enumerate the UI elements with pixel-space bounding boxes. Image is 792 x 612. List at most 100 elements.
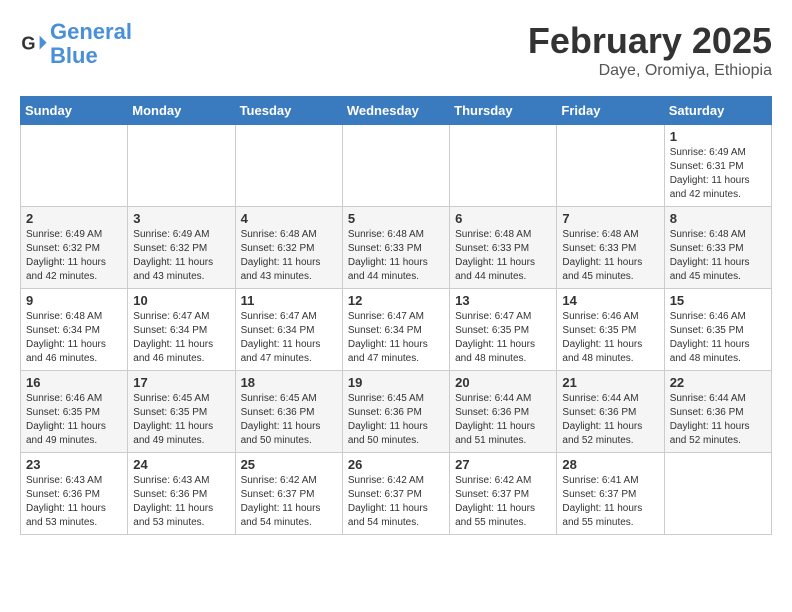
day-number: 10: [133, 293, 229, 308]
calendar-cell: [128, 125, 235, 207]
day-number: 27: [455, 457, 551, 472]
calendar-table: SundayMondayTuesdayWednesdayThursdayFrid…: [20, 96, 772, 535]
calendar-cell: 23Sunrise: 6:43 AMSunset: 6:36 PMDayligh…: [21, 453, 128, 535]
week-row-5: 23Sunrise: 6:43 AMSunset: 6:36 PMDayligh…: [21, 453, 772, 535]
calendar-cell: [235, 125, 342, 207]
day-number: 24: [133, 457, 229, 472]
calendar-cell: 12 Sunrise: 6:47 AMSunset: 6:34 PMDayligh…: [342, 289, 449, 371]
calendar-cell: 18 Sunrise: 6:45 AMSunset: 6:36 PMDayligh…: [235, 371, 342, 453]
header-sunday: Sunday: [21, 97, 128, 125]
calendar-cell: 10 Sunrise: 6:47 AMSunset: 6:34 PMDayligh…: [128, 289, 235, 371]
header-friday: Friday: [557, 97, 664, 125]
calendar-cell: 16 Sunrise: 6:46 AMSunset: 6:35 PMDayligh…: [21, 371, 128, 453]
day-number: 12: [348, 293, 444, 308]
day-number: 22: [670, 375, 766, 390]
logo-text: General Blue: [50, 20, 132, 68]
day-number: 15: [670, 293, 766, 308]
day-info: Sunrise: 6:47 AMSunset: 6:34 PMDaylight:…: [241, 310, 337, 366]
day-info: Sunrise: 6:47 AMSunset: 6:34 PMDaylight:…: [133, 310, 229, 366]
calendar-cell: 14 Sunrise: 6:46 AMSunset: 6:35 PMDayligh…: [557, 289, 664, 371]
day-number: 16: [26, 375, 122, 390]
day-number: 18: [241, 375, 337, 390]
calendar-cell: 11 Sunrise: 6:47 AMSunset: 6:34 PMDayligh…: [235, 289, 342, 371]
day-info: Sunrise: 6:48 AMSunset: 6:33 PMDaylight:…: [455, 228, 551, 284]
calendar-cell: 13Sunrise: 6:47 AMSunset: 6:35 PMDayligh…: [450, 289, 557, 371]
header-saturday: Saturday: [664, 97, 771, 125]
day-info: Sunrise: 6:44 AMSunset: 6:36 PMDaylight:…: [562, 392, 658, 448]
day-info: Sunrise: 6:46 AMSunset: 6:35 PMDaylight:…: [26, 392, 122, 448]
day-number: 4: [241, 211, 337, 226]
day-info: Sunrise: 6:49 AMSunset: 6:32 PMDaylight:…: [26, 228, 122, 284]
header-tuesday: Tuesday: [235, 97, 342, 125]
calendar-cell: 24 Sunrise: 6:43 AMSunset: 6:36 PMDayligh…: [128, 453, 235, 535]
calendar-cell: 1Sunrise: 6:49 AMSunset: 6:31 PMDaylight…: [664, 125, 771, 207]
day-number: 26: [348, 457, 444, 472]
day-number: 13: [455, 293, 551, 308]
calendar-cell: [664, 453, 771, 535]
day-info: Sunrise: 6:45 AMSunset: 6:36 PMDaylight:…: [241, 392, 337, 448]
day-number: 21: [562, 375, 658, 390]
month-title: February 2025: [528, 20, 772, 62]
day-number: 9: [26, 293, 122, 308]
day-info: Sunrise: 6:45 AMSunset: 6:36 PMDaylight:…: [348, 392, 444, 448]
day-number: 7: [562, 211, 658, 226]
day-number: 17: [133, 375, 229, 390]
logo: G General Blue: [20, 20, 132, 68]
week-row-3: 9 Sunrise: 6:48 AMSunset: 6:34 PMDaylight…: [21, 289, 772, 371]
day-info: Sunrise: 6:46 AMSunset: 6:35 PMDaylight:…: [562, 310, 658, 366]
calendar-cell: [557, 125, 664, 207]
page-header: G General Blue February 2025 Daye, Oromi…: [20, 20, 772, 80]
title-block: February 2025 Daye, Oromiya, Ethiopia: [528, 20, 772, 80]
day-number: 5: [348, 211, 444, 226]
calendar-cell: 15 Sunrise: 6:46 AMSunset: 6:35 PMDayligh…: [664, 289, 771, 371]
day-info: Sunrise: 6:45 AMSunset: 6:35 PMDaylight:…: [133, 392, 229, 448]
location: Daye, Oromiya, Ethiopia: [528, 62, 772, 80]
day-number: 19: [348, 375, 444, 390]
calendar-cell: 17 Sunrise: 6:45 AMSunset: 6:35 PMDayligh…: [128, 371, 235, 453]
day-info: Sunrise: 6:44 AMSunset: 6:36 PMDaylight:…: [455, 392, 551, 448]
calendar-cell: 20 Sunrise: 6:44 AMSunset: 6:36 PMDayligh…: [450, 371, 557, 453]
day-info: Sunrise: 6:48 AMSunset: 6:33 PMDaylight:…: [562, 228, 658, 284]
day-info: Sunrise: 6:48 AMSunset: 6:33 PMDaylight:…: [348, 228, 444, 284]
day-number: 25: [241, 457, 337, 472]
day-number: 6: [455, 211, 551, 226]
logo-icon: G: [20, 30, 48, 58]
day-info: Sunrise: 6:48 AMSunset: 6:32 PMDaylight:…: [241, 228, 337, 284]
week-row-4: 16 Sunrise: 6:46 AMSunset: 6:35 PMDayligh…: [21, 371, 772, 453]
day-info: Sunrise: 6:43 AMSunset: 6:36 PMDaylight:…: [133, 474, 229, 530]
calendar-cell: 7 Sunrise: 6:48 AMSunset: 6:33 PMDaylight…: [557, 207, 664, 289]
day-number: 20: [455, 375, 551, 390]
day-number: 14: [562, 293, 658, 308]
calendar-cell: 28Sunrise: 6:41 AMSunset: 6:37 PMDayligh…: [557, 453, 664, 535]
svg-text:G: G: [21, 34, 35, 54]
day-number: 8: [670, 211, 766, 226]
day-info: Sunrise: 6:47 AMSunset: 6:34 PMDaylight:…: [348, 310, 444, 366]
day-info: Sunrise: 6:46 AMSunset: 6:35 PMDaylight:…: [670, 310, 766, 366]
day-info: Sunrise: 6:49 AMSunset: 6:32 PMDaylight:…: [133, 228, 229, 284]
logo-general: General: [50, 19, 132, 44]
calendar-cell: 19 Sunrise: 6:45 AMSunset: 6:36 PMDayligh…: [342, 371, 449, 453]
day-info: Sunrise: 6:42 AMSunset: 6:37 PMDaylight:…: [455, 474, 551, 530]
header-wednesday: Wednesday: [342, 97, 449, 125]
calendar-cell: 25 Sunrise: 6:42 AMSunset: 6:37 PMDayligh…: [235, 453, 342, 535]
calendar-cell: 4 Sunrise: 6:48 AMSunset: 6:32 PMDaylight…: [235, 207, 342, 289]
day-info: Sunrise: 6:49 AMSunset: 6:31 PMDaylight:…: [670, 146, 766, 202]
calendar-cell: 8Sunrise: 6:48 AMSunset: 6:33 PMDaylight…: [664, 207, 771, 289]
calendar-cell: 21 Sunrise: 6:44 AMSunset: 6:36 PMDayligh…: [557, 371, 664, 453]
header-thursday: Thursday: [450, 97, 557, 125]
logo-blue: Blue: [50, 43, 98, 68]
day-number: 28: [562, 457, 658, 472]
day-info: Sunrise: 6:42 AMSunset: 6:37 PMDaylight:…: [348, 474, 444, 530]
day-info: Sunrise: 6:44 AMSunset: 6:36 PMDaylight:…: [670, 392, 766, 448]
day-number: 3: [133, 211, 229, 226]
day-info: Sunrise: 6:48 AMSunset: 6:34 PMDaylight:…: [26, 310, 122, 366]
calendar-cell: 5 Sunrise: 6:48 AMSunset: 6:33 PMDaylight…: [342, 207, 449, 289]
calendar-cell: [342, 125, 449, 207]
day-info: Sunrise: 6:43 AMSunset: 6:36 PMDaylight:…: [26, 474, 122, 530]
calendar-cell: [450, 125, 557, 207]
day-info: Sunrise: 6:42 AMSunset: 6:37 PMDaylight:…: [241, 474, 337, 530]
day-number: 11: [241, 293, 337, 308]
calendar-cell: 26 Sunrise: 6:42 AMSunset: 6:37 PMDayligh…: [342, 453, 449, 535]
calendar-cell: 2Sunrise: 6:49 AMSunset: 6:32 PMDaylight…: [21, 207, 128, 289]
calendar-cell: 27 Sunrise: 6:42 AMSunset: 6:37 PMDayligh…: [450, 453, 557, 535]
